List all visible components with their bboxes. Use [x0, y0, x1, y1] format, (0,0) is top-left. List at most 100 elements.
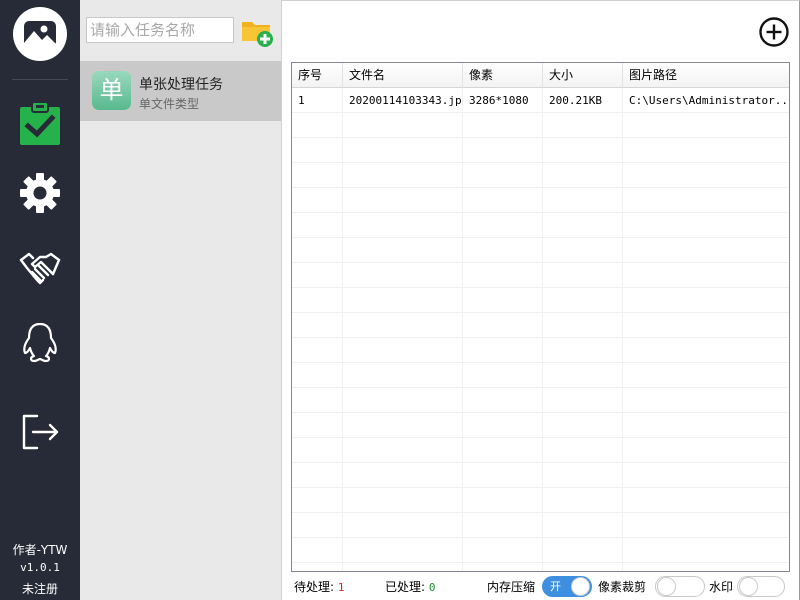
empty-cell	[343, 313, 463, 338]
empty-cell	[623, 388, 789, 413]
empty-table-row	[292, 313, 789, 338]
empty-cell	[463, 213, 543, 238]
exit-icon	[22, 414, 59, 450]
table-row[interactable]: 1 20200114103343.jpg 3286*1080 200.21KB …	[292, 88, 789, 113]
pixel-crop-toggle[interactable]	[655, 576, 705, 597]
nav-cooperation[interactable]	[14, 243, 66, 295]
empty-cell	[543, 288, 623, 313]
qq-penguin-icon	[23, 322, 57, 363]
task-item-single[interactable]: 单 单张处理任务 单文件类型	[80, 61, 281, 121]
file-table[interactable]: 序号 文件名 像素 大小 图片路径 1 20200114103343.jpg 3…	[291, 62, 790, 572]
empty-cell	[343, 513, 463, 538]
empty-cell	[623, 188, 789, 213]
empty-cell	[623, 438, 789, 463]
empty-cell	[343, 538, 463, 563]
task-name-input[interactable]	[86, 17, 234, 43]
empty-cell	[463, 313, 543, 338]
version-label: v1.0.1	[20, 561, 60, 574]
empty-cell	[543, 188, 623, 213]
empty-cell	[543, 513, 623, 538]
watermark-toggle[interactable]	[737, 576, 785, 597]
empty-cell	[543, 363, 623, 388]
empty-cell	[543, 238, 623, 263]
empty-table-row	[292, 138, 789, 163]
empty-cell	[543, 413, 623, 438]
empty-cell	[463, 363, 543, 388]
cell-size: 200.21KB	[543, 88, 623, 113]
nav-exit[interactable]	[14, 406, 66, 458]
pixel-crop-label: 像素裁剪	[598, 580, 647, 594]
empty-cell	[292, 388, 343, 413]
column-header-path[interactable]: 图片路径	[623, 63, 789, 88]
empty-cell	[292, 438, 343, 463]
empty-cell	[292, 313, 343, 338]
cell-filename: 20200114103343.jpg	[343, 88, 463, 113]
column-header-index[interactable]: 序号	[292, 63, 343, 88]
empty-cell	[543, 438, 623, 463]
empty-cell	[543, 313, 623, 338]
empty-table-row	[292, 338, 789, 363]
toggle-knob	[571, 577, 590, 596]
empty-cell	[463, 113, 543, 138]
empty-cell	[463, 388, 543, 413]
empty-cell	[463, 463, 543, 488]
cell-pixels: 3286*1080	[463, 88, 543, 113]
empty-cell	[292, 213, 343, 238]
empty-table-row	[292, 538, 789, 563]
task-panel: 单 单张处理任务 单文件类型	[80, 0, 281, 600]
empty-table-row	[292, 263, 789, 288]
column-header-filename[interactable]: 文件名	[343, 63, 463, 88]
empty-cell	[292, 363, 343, 388]
empty-cell	[623, 538, 789, 563]
empty-table-row	[292, 563, 789, 571]
empty-cell	[463, 138, 543, 163]
empty-cell	[623, 363, 789, 388]
nav-settings[interactable]	[14, 167, 66, 219]
empty-cell	[623, 163, 789, 188]
empty-cell	[623, 138, 789, 163]
column-header-size[interactable]: 大小	[543, 63, 623, 88]
empty-cell	[292, 463, 343, 488]
empty-cell	[292, 338, 343, 363]
empty-cell	[343, 113, 463, 138]
empty-cell	[623, 463, 789, 488]
empty-cell	[343, 563, 463, 571]
cell-path: C:\Users\Administrator...	[629, 94, 789, 107]
empty-cell	[292, 563, 343, 571]
empty-cell	[623, 113, 789, 138]
empty-table-row	[292, 188, 789, 213]
empty-cell	[463, 263, 543, 288]
empty-table-row	[292, 388, 789, 413]
empty-cell	[623, 238, 789, 263]
empty-cell	[292, 538, 343, 563]
empty-cell	[292, 488, 343, 513]
empty-cell	[463, 338, 543, 363]
nav-tasks[interactable]	[14, 97, 66, 149]
empty-cell	[343, 188, 463, 213]
add-task-button[interactable]	[241, 16, 275, 48]
nav-qq[interactable]	[14, 317, 66, 369]
column-header-pixels[interactable]: 像素	[463, 63, 543, 88]
empty-cell	[463, 238, 543, 263]
empty-table-row	[292, 513, 789, 538]
task-title: 单张处理任务	[139, 77, 223, 93]
empty-cell	[343, 388, 463, 413]
empty-table-row	[292, 488, 789, 513]
empty-cell	[463, 413, 543, 438]
empty-cell	[463, 513, 543, 538]
toggle-knob	[657, 577, 676, 596]
empty-cell	[343, 338, 463, 363]
empty-cell	[623, 288, 789, 313]
empty-table-row	[292, 163, 789, 188]
empty-cell	[463, 488, 543, 513]
watermark-label: 水印	[709, 580, 734, 594]
memory-compress-toggle[interactable]: 开	[542, 576, 592, 597]
empty-table-row	[292, 413, 789, 438]
empty-cell	[463, 538, 543, 563]
sidebar-divider	[12, 79, 68, 80]
handshake-icon	[19, 252, 61, 285]
empty-cell	[543, 138, 623, 163]
add-file-button[interactable]	[758, 16, 790, 48]
empty-cell	[623, 488, 789, 513]
memory-compress-label: 内存压缩	[487, 580, 536, 594]
